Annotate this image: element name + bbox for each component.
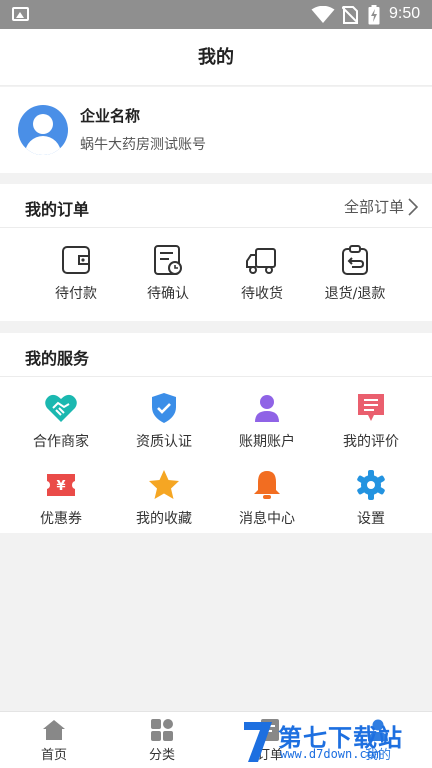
order-pending-receipt[interactable]: 待收货 [208,243,316,303]
star-icon [149,470,179,499]
service-favorites-label: 我的收藏 [136,511,192,527]
watermark-logo-icon [244,722,272,762]
shield-check-icon [152,393,176,423]
category-icon [151,719,173,741]
gear-icon [357,470,385,500]
chevron-right-icon [408,197,418,216]
orders-header: 我的订单 全部订单 [0,184,432,228]
order-pending-receipt-label: 待收货 [241,286,283,302]
tab-home-label: 首页 [40,748,67,763]
service-messages-label: 消息中心 [239,511,295,527]
avatar[interactable] [18,105,68,155]
orders-title: 我的订单 [25,200,90,219]
service-partners[interactable]: 合作商家 [7,391,115,451]
page-header: 我的 [0,29,432,86]
service-partners-label: 合作商家 [33,434,89,450]
profile-card[interactable]: 企业名称 蜗牛大药房测试账号 [0,87,432,173]
watermark: 第七下载站 www.d7down.com [240,716,430,768]
order-return-refund[interactable]: 退货/退款 [301,243,409,303]
comment-icon [358,394,384,421]
return-icon [342,245,368,275]
all-orders-label: 全部订单 [343,198,404,216]
handshake-icon [45,394,77,422]
service-my-reviews-label: 我的评价 [343,434,399,450]
service-my-reviews[interactable]: 我的评价 [317,391,425,451]
no-sim-icon [342,6,358,24]
watermark-url: www.d7down.com [280,747,382,761]
company-name: 企业名称 [80,107,141,125]
service-coupons-label: 优惠券 [40,511,82,527]
service-qualification[interactable]: 资质认证 [110,391,218,451]
user-icon [255,395,279,422]
tab-home[interactable]: 首页 [0,712,108,768]
home-icon [43,720,65,740]
services-title: 我的服务 [25,349,90,368]
wifi-icon [311,6,335,23]
order-pending-confirm[interactable]: 待确认 [114,243,222,303]
status-bar: 9:50 [0,0,432,29]
page-title: 我的 [198,47,234,68]
services-section: 我的服务 合作商家 资质认证 账期账户 我的评价 ¥ 优惠券 我的收藏 消息中心… [0,333,432,533]
service-messages[interactable]: 消息中心 [213,468,321,528]
account-name: 蜗牛大药房测试账号 [80,137,206,153]
service-credit-account-label: 账期账户 [239,434,295,450]
orders-section: 我的订单 全部订单 待付款 待确认 待收货 退货/退款 [0,184,432,321]
image-notification-icon [12,7,29,21]
service-coupons[interactable]: ¥ 优惠券 [7,468,115,528]
service-settings-label: 设置 [357,511,385,527]
order-return-refund-label: 退货/退款 [324,286,386,302]
services-header: 我的服务 [0,333,432,377]
tab-category[interactable]: 分类 [108,712,216,768]
all-orders-link[interactable]: 全部订单 [344,196,418,217]
coupon-icon: ¥ [47,474,75,496]
order-pending-confirm-label: 待确认 [147,286,189,302]
clock: 9:50 [389,5,421,22]
battery-charging-icon [368,5,380,25]
service-favorites[interactable]: 我的收藏 [110,468,218,528]
service-qualification-label: 资质认证 [136,434,192,450]
wallet-icon [62,246,90,274]
service-settings[interactable]: 设置 [317,468,425,528]
svg-text:¥: ¥ [56,479,65,494]
tab-category-label: 分类 [148,748,175,763]
service-credit-account[interactable]: 账期账户 [213,391,321,451]
bill-clock-icon [154,245,182,275]
truck-icon [246,248,276,274]
bell-icon [254,471,280,499]
